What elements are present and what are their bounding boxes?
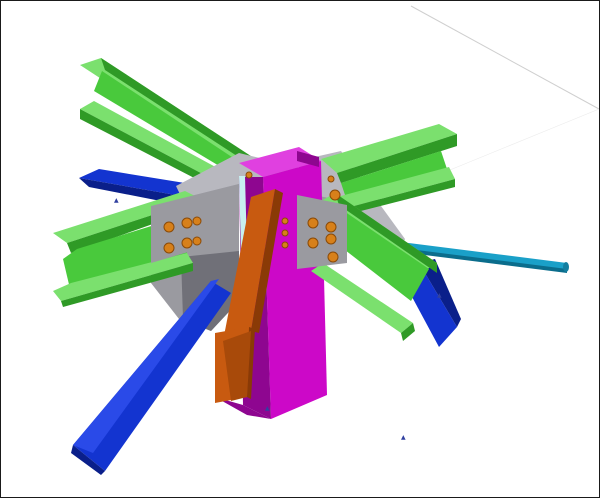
svg-text:▲: ▲ <box>265 405 270 412</box>
brace-blue-sw[interactable] <box>71 279 231 475</box>
model-viewport[interactable]: ▲ ▲ ▲ ▲ <box>0 0 600 498</box>
steel-connection-model[interactable]: ▲ ▲ ▲ ▲ <box>1 1 599 497</box>
svg-text:▲: ▲ <box>437 292 442 299</box>
svg-text:▲: ▲ <box>401 434 406 441</box>
svg-text:▲: ▲ <box>114 197 119 204</box>
